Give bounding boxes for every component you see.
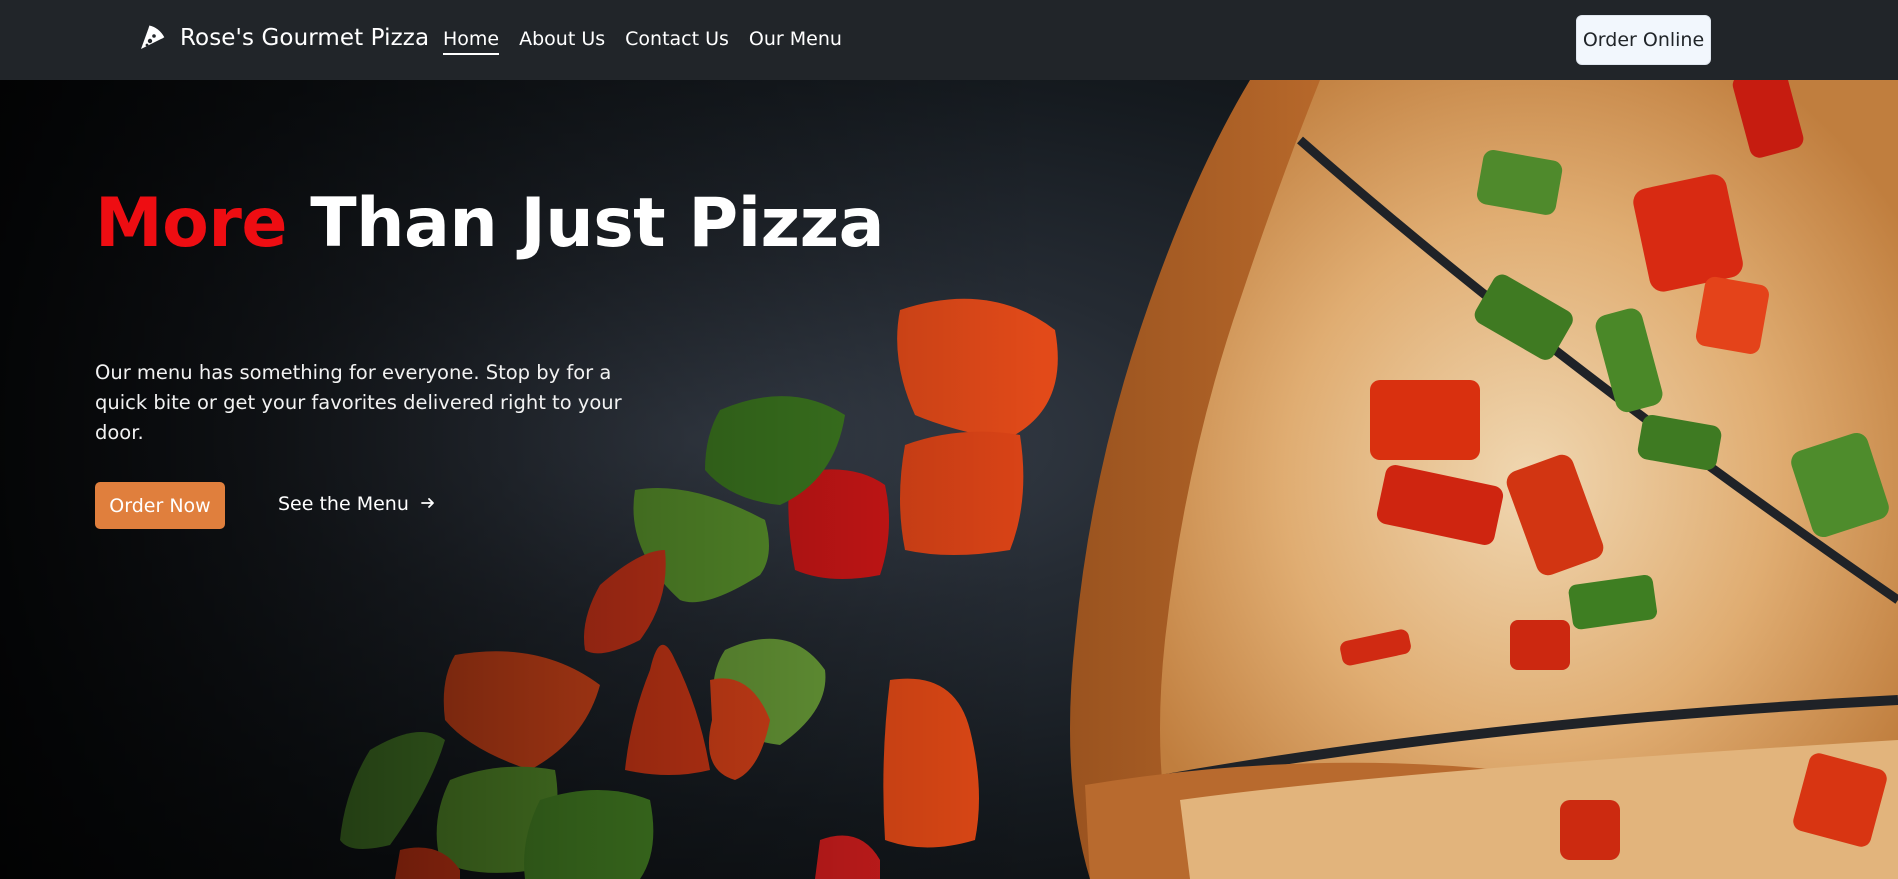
hero-title: More Than Just Pizza	[95, 184, 885, 263]
brand-name: Rose's Gourmet Pizza	[180, 25, 430, 51]
nav-link-about-us[interactable]: About Us	[519, 28, 605, 55]
hero-title-accent: More	[95, 184, 288, 263]
nav-link-contact-us[interactable]: Contact Us	[625, 28, 729, 55]
hero-description: Our menu has something for everyone. Sto…	[95, 361, 622, 444]
nav-link-our-menu[interactable]: Our Menu	[749, 28, 842, 55]
see-the-menu-label: See the Menu	[278, 493, 409, 515]
nav-links: Home About Us Contact Us Our Menu	[443, 28, 842, 55]
order-now-button[interactable]: Order Now	[95, 482, 225, 529]
nav-link-home[interactable]: Home	[443, 28, 500, 55]
navbar: Rose's Gourmet Pizza Home About Us Conta…	[0, 0, 1898, 80]
arrow-right-icon	[420, 494, 435, 515]
order-online-button[interactable]: Order Online	[1576, 15, 1711, 65]
pizza-slice-icon	[138, 24, 166, 52]
see-the-menu-link[interactable]: See the Menu	[278, 493, 435, 515]
hero-section: More Than Just Pizza Our menu has someth…	[0, 80, 1898, 879]
hero-title-rest: Than Just Pizza	[310, 184, 885, 263]
brand-link[interactable]: Rose's Gourmet Pizza	[138, 24, 429, 52]
